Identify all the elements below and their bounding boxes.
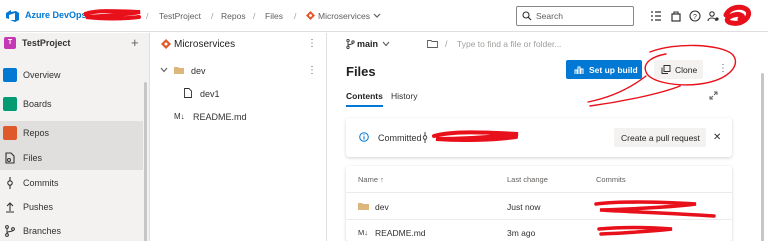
- chevron-down-icon[interactable]: [160, 67, 168, 73]
- create-pull-request-button[interactable]: Create a pull request: [614, 128, 706, 147]
- marketplace-bag-icon[interactable]: [669, 9, 683, 23]
- main-scrollbar[interactable]: [757, 33, 768, 241]
- scrollbar-thumb[interactable]: [144, 82, 147, 241]
- repo-icon: [161, 39, 171, 49]
- row-divider: [346, 219, 732, 220]
- column-header-name[interactable]: Name ↑: [358, 175, 384, 184]
- column-header-commits: Commits: [596, 175, 626, 184]
- sidebar-item-label: Branches: [23, 226, 62, 236]
- chevron-down-icon[interactable]: [382, 41, 390, 47]
- sidebar-item-label: Pushes: [23, 202, 54, 212]
- sidebar-item-repos[interactable]: Repos: [0, 121, 143, 147]
- row-last-change: Just now: [507, 202, 541, 212]
- sidebar-scrollbar[interactable]: [143, 57, 148, 241]
- sidebar-item-branches[interactable]: Branches: [0, 220, 143, 241]
- sidebar-item-pushes[interactable]: Pushes: [0, 196, 143, 219]
- pushes-icon: [6, 202, 14, 213]
- commit-label: Committed: [378, 133, 422, 143]
- repos-icon: [3, 126, 17, 140]
- repo-more-button[interactable]: ⋮: [307, 38, 317, 49]
- task-list-icon[interactable]: [649, 9, 663, 23]
- tab-contents[interactable]: Contents: [346, 91, 383, 107]
- search-icon: [522, 11, 532, 21]
- close-notice-button[interactable]: ✕: [713, 132, 721, 143]
- folder-outline-icon[interactable]: [427, 40, 438, 48]
- redaction-scribble: [84, 9, 141, 21]
- breadcrumb-separator: /: [294, 11, 297, 21]
- repo-icon: [306, 11, 315, 20]
- folder-icon: [358, 203, 369, 210]
- row-last-change: 3m ago: [507, 228, 536, 238]
- sidebar-item-label: Boards: [23, 99, 52, 109]
- info-icon: [359, 132, 369, 142]
- row-name[interactable]: dev: [375, 202, 389, 212]
- search-box[interactable]: Search: [516, 6, 634, 26]
- commit-message-redaction: [597, 225, 673, 236]
- add-new-button[interactable]: +: [131, 35, 139, 50]
- markdown-icon: M↓: [358, 228, 368, 237]
- avatar-redaction-scribble[interactable]: [722, 3, 752, 27]
- boards-icon: [3, 97, 17, 111]
- path-separator: /: [445, 39, 448, 49]
- branch-selector[interactable]: main: [357, 39, 378, 49]
- create-pull-request-label: Create a pull request: [621, 133, 700, 143]
- tree-item-label: dev1: [200, 89, 220, 99]
- tree-item-label: README.md: [193, 112, 247, 122]
- breadcrumb-repos[interactable]: Repos: [221, 11, 246, 21]
- path-search-input[interactable]: Type to find a file or folder...: [457, 39, 561, 49]
- commit-icon: [422, 132, 428, 143]
- sidebar-item-label: Overview: [23, 70, 61, 80]
- sidebar-item-overview[interactable]: Overview: [0, 64, 143, 87]
- sidebar-item-commits[interactable]: Commits: [0, 172, 143, 195]
- branch-icon: [346, 39, 355, 49]
- breadcrumb-separator: /: [253, 11, 256, 21]
- breadcrumb-separator: /: [146, 11, 149, 21]
- markdown-icon: M↓: [174, 112, 185, 121]
- tree-item-more-button[interactable]: ⋮: [307, 65, 317, 76]
- project-avatar: T: [4, 37, 16, 49]
- sidebar-item-boards[interactable]: Boards: [0, 93, 143, 116]
- commit-message-redaction: [594, 200, 716, 218]
- sidebar-item-files[interactable]: Files: [0, 147, 143, 170]
- azure-devops-logo-icon[interactable]: [6, 10, 20, 22]
- breadcrumb-repo[interactable]: Microservices: [318, 11, 370, 21]
- overview-icon: [3, 68, 17, 82]
- sidebar-item-label: Files: [23, 153, 43, 163]
- chevron-down-icon[interactable]: [373, 12, 381, 19]
- help-icon[interactable]: ?: [688, 9, 702, 23]
- repo-name[interactable]: Microservices: [174, 39, 235, 50]
- sidebar-item-label: Repos: [23, 128, 50, 138]
- tab-history[interactable]: History: [391, 91, 417, 101]
- branches-icon: [5, 225, 15, 237]
- row-divider: [346, 192, 732, 193]
- commit-id-redaction[interactable]: [432, 128, 522, 144]
- brand-link[interactable]: Azure DevOps: [25, 10, 87, 20]
- files-icon: [5, 152, 15, 164]
- annotation-circle-scribble: [587, 44, 737, 107]
- scrollbar-thumb[interactable]: [761, 73, 764, 241]
- user-settings-icon[interactable]: [706, 9, 720, 23]
- breadcrumb-project[interactable]: TestProject: [159, 11, 201, 21]
- file-icon: [184, 88, 192, 98]
- search-placeholder: Search: [536, 11, 563, 21]
- project-name[interactable]: TestProject: [22, 38, 70, 48]
- tree-item-dev1[interactable]: [152, 85, 326, 103]
- svg-text:?: ?: [693, 14, 697, 21]
- row-name[interactable]: README.md: [375, 228, 426, 238]
- column-header-last-change: Last change: [507, 175, 548, 184]
- page-title: Files: [346, 64, 376, 79]
- commits-icon: [7, 177, 13, 189]
- folder-icon: [174, 67, 184, 74]
- breadcrumb-files[interactable]: Files: [265, 11, 283, 21]
- breadcrumb-separator: /: [211, 11, 214, 21]
- sidebar-item-label: Commits: [23, 178, 59, 188]
- tree-item-label: dev: [191, 66, 206, 76]
